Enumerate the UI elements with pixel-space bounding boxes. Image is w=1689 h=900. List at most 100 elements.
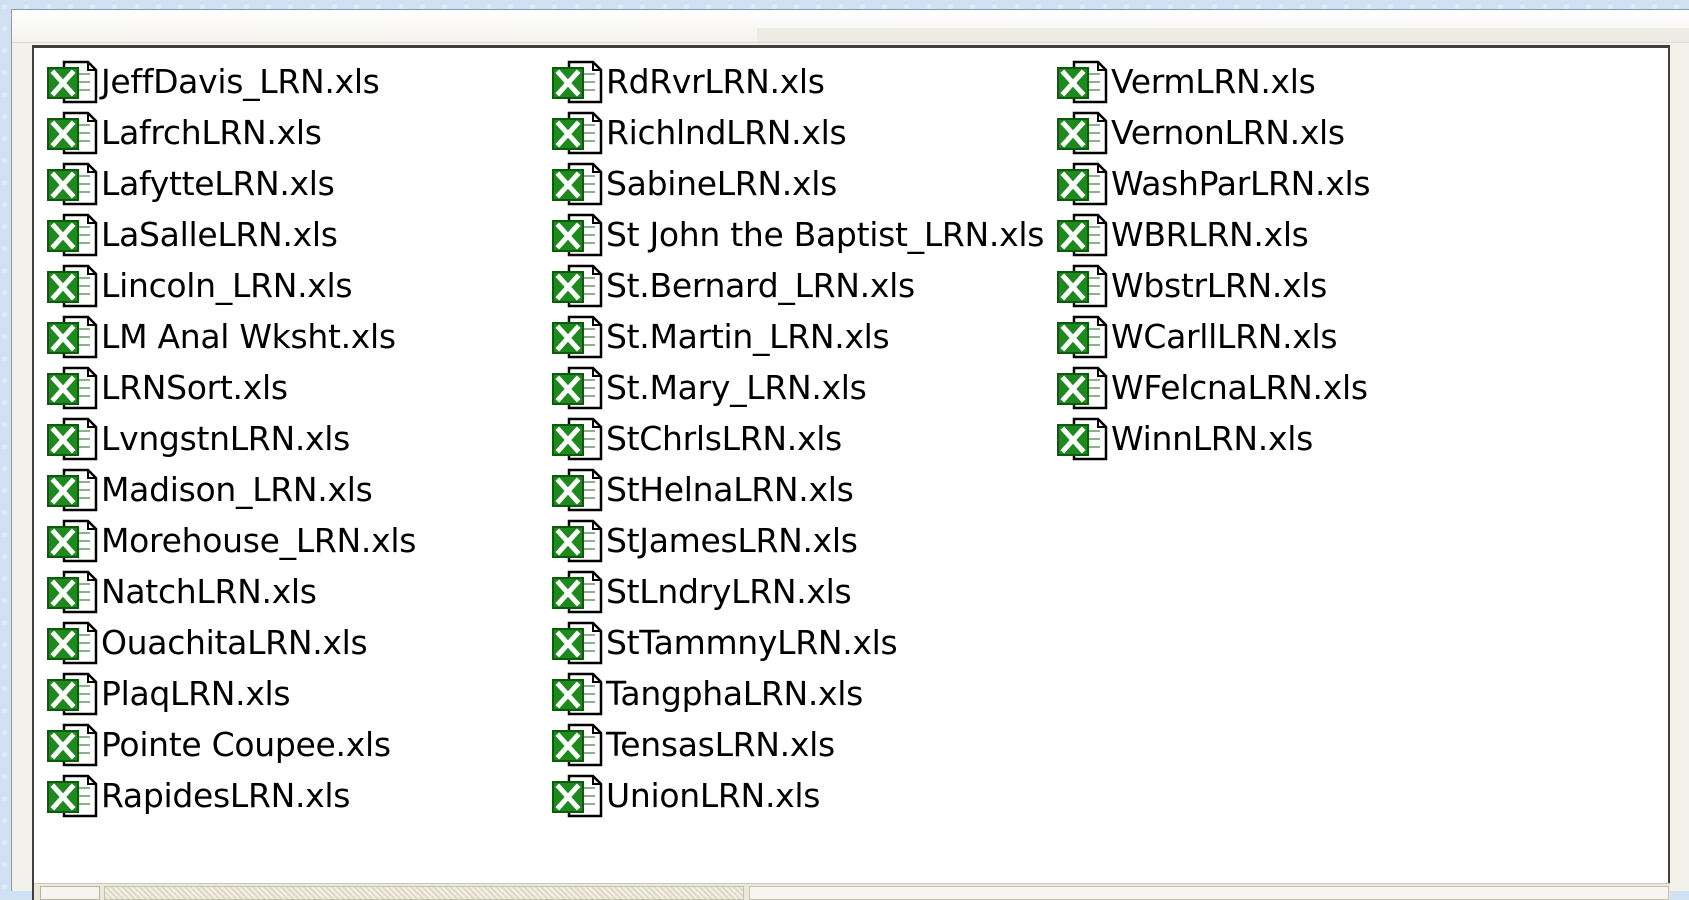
excel-spreadsheet-icon bbox=[552, 162, 603, 206]
scrollbar-thumb[interactable] bbox=[104, 886, 744, 900]
file-list-item[interactable]: WbstrLRN.xls bbox=[1054, 260, 1327, 312]
file-name-label: WbstrLRN.xls bbox=[1111, 266, 1328, 305]
file-name-label: Pointe Coupee.xls bbox=[101, 725, 391, 764]
excel-spreadsheet-icon bbox=[47, 213, 98, 257]
excel-spreadsheet-icon bbox=[552, 621, 603, 665]
file-name-label: VermLRN.xls bbox=[1111, 62, 1316, 101]
excel-spreadsheet-icon bbox=[47, 570, 98, 614]
file-list-item[interactable]: StJamesLRN.xls bbox=[549, 515, 858, 567]
excel-spreadsheet-icon bbox=[47, 366, 98, 410]
excel-spreadsheet-icon bbox=[552, 519, 603, 563]
file-list-item[interactable]: Morehouse_LRN.xls bbox=[44, 515, 416, 567]
file-list-item[interactable]: LRNSort.xls bbox=[44, 362, 288, 414]
file-list-item[interactable]: RichlndLRN.xls bbox=[549, 107, 847, 159]
excel-spreadsheet-icon bbox=[552, 111, 603, 155]
file-name-label: RapidesLRN.xls bbox=[101, 776, 351, 815]
file-list-item[interactable]: Madison_LRN.xls bbox=[44, 464, 373, 516]
excel-spreadsheet-icon bbox=[552, 315, 603, 359]
excel-spreadsheet-icon bbox=[552, 468, 603, 512]
file-list-item[interactable]: JeffDavis_LRN.xls bbox=[44, 56, 380, 108]
file-name-label: WFelcnaLRN.xls bbox=[1111, 368, 1368, 407]
excel-spreadsheet-icon bbox=[552, 672, 603, 716]
excel-spreadsheet-icon bbox=[47, 111, 98, 155]
excel-spreadsheet-icon bbox=[1057, 162, 1108, 206]
file-list-item[interactable]: RdRvrLRN.xls bbox=[549, 56, 825, 108]
file-list-item[interactable]: RapidesLRN.xls bbox=[44, 770, 350, 822]
excel-spreadsheet-icon bbox=[47, 162, 98, 206]
file-list-item[interactable]: WCarllLRN.xls bbox=[1054, 311, 1338, 363]
excel-spreadsheet-icon bbox=[47, 672, 98, 716]
file-list-view[interactable]: JeffDavis_LRN.xls LafrchLRN.xls LafytteLRN… bbox=[32, 45, 1670, 900]
file-name-label: St John the Baptist_LRN.xls bbox=[606, 215, 1045, 254]
file-list-item[interactable]: StChrlsLRN.xls bbox=[549, 413, 842, 465]
file-list-item[interactable]: WBRLRN.xls bbox=[1054, 209, 1309, 261]
file-name-label: WBRLRN.xls bbox=[1111, 215, 1309, 254]
excel-spreadsheet-icon bbox=[552, 570, 603, 614]
file-list-item[interactable]: St.Bernard_LRN.xls bbox=[549, 260, 915, 312]
file-list-item[interactable]: TensasLRN.xls bbox=[549, 719, 835, 771]
file-name-label: LafytteLRN.xls bbox=[101, 164, 335, 203]
horizontal-scrollbar[interactable] bbox=[34, 883, 1670, 900]
file-name-label: NatchLRN.xls bbox=[101, 572, 317, 611]
excel-spreadsheet-icon bbox=[47, 621, 98, 665]
file-name-label: St.Bernard_LRN.xls bbox=[606, 266, 915, 305]
file-name-label: PlaqLRN.xls bbox=[101, 674, 291, 713]
excel-spreadsheet-icon bbox=[47, 519, 98, 563]
file-name-label: RdRvrLRN.xls bbox=[606, 62, 825, 101]
toolbar-strip bbox=[12, 10, 1689, 43]
file-name-label: St.Mary_LRN.xls bbox=[606, 368, 867, 407]
excel-spreadsheet-icon bbox=[47, 417, 98, 461]
file-list-item[interactable]: VernonLRN.xls bbox=[1054, 107, 1345, 159]
file-name-label: WashParLRN.xls bbox=[1111, 164, 1371, 203]
file-list-item[interactable]: St John the Baptist_LRN.xls bbox=[549, 209, 1044, 261]
file-list-item[interactable]: St.Mary_LRN.xls bbox=[549, 362, 867, 414]
file-list-item[interactable]: Pointe Coupee.xls bbox=[44, 719, 391, 771]
explorer-window-frame: JeffDavis_LRN.xls LafrchLRN.xls LafytteLRN… bbox=[11, 9, 1689, 900]
file-list-item[interactable]: LafrchLRN.xls bbox=[44, 107, 322, 159]
file-name-label: Lincoln_LRN.xls bbox=[101, 266, 353, 305]
excel-spreadsheet-icon bbox=[552, 417, 603, 461]
file-list-item[interactable]: LvngstnLRN.xls bbox=[44, 413, 350, 465]
scroll-left-button[interactable] bbox=[40, 886, 100, 900]
file-name-label: LafrchLRN.xls bbox=[101, 113, 322, 152]
file-list-item[interactable]: LaSalleLRN.xls bbox=[44, 209, 338, 261]
excel-spreadsheet-icon bbox=[552, 213, 603, 257]
file-list-item[interactable]: Lincoln_LRN.xls bbox=[44, 260, 353, 312]
file-list-item[interactable]: WinnLRN.xls bbox=[1054, 413, 1313, 465]
file-name-label: TangphaLRN.xls bbox=[606, 674, 864, 713]
excel-spreadsheet-icon bbox=[552, 60, 603, 104]
file-list-item[interactable]: WashParLRN.xls bbox=[1054, 158, 1371, 210]
file-list-item[interactable]: SabineLRN.xls bbox=[549, 158, 837, 210]
excel-spreadsheet-icon bbox=[1057, 315, 1108, 359]
file-name-label: StJamesLRN.xls bbox=[606, 521, 858, 560]
file-name-label: Morehouse_LRN.xls bbox=[101, 521, 417, 560]
file-list-item[interactable]: LM Anal Wksht.xls bbox=[44, 311, 396, 363]
excel-spreadsheet-icon bbox=[1057, 111, 1108, 155]
file-list-item[interactable]: OuachitaLRN.xls bbox=[44, 617, 368, 669]
file-list-item[interactable]: PlaqLRN.xls bbox=[44, 668, 291, 720]
file-list-item[interactable]: VermLRN.xls bbox=[1054, 56, 1316, 108]
file-list-item[interactable]: NatchLRN.xls bbox=[44, 566, 317, 618]
file-list-item[interactable]: StHelnaLRN.xls bbox=[549, 464, 854, 516]
file-list-item[interactable]: LafytteLRN.xls bbox=[44, 158, 335, 210]
excel-spreadsheet-icon bbox=[552, 723, 603, 767]
file-name-label: WCarllLRN.xls bbox=[1111, 317, 1338, 356]
excel-spreadsheet-icon bbox=[1057, 60, 1108, 104]
file-list-item[interactable]: StTammnyLRN.xls bbox=[549, 617, 898, 669]
excel-spreadsheet-icon bbox=[552, 366, 603, 410]
file-name-label: TensasLRN.xls bbox=[606, 725, 835, 764]
excel-spreadsheet-icon bbox=[1057, 264, 1108, 308]
excel-spreadsheet-icon bbox=[47, 60, 98, 104]
file-name-label: Madison_LRN.xls bbox=[101, 470, 373, 509]
file-list-item[interactable]: UnionLRN.xls bbox=[549, 770, 820, 822]
file-list-item[interactable]: St.Martin_LRN.xls bbox=[549, 311, 890, 363]
scrollbar-track[interactable] bbox=[749, 886, 1669, 900]
file-name-label: St.Martin_LRN.xls bbox=[606, 317, 890, 356]
file-list-item[interactable]: TangphaLRN.xls bbox=[549, 668, 863, 720]
file-list-item[interactable]: WFelcnaLRN.xls bbox=[1054, 362, 1368, 414]
file-name-label: WinnLRN.xls bbox=[1111, 419, 1313, 458]
file-name-label: VernonLRN.xls bbox=[1111, 113, 1345, 152]
file-list-item[interactable]: StLndryLRN.xls bbox=[549, 566, 852, 618]
excel-spreadsheet-icon bbox=[47, 315, 98, 359]
file-name-label: SabineLRN.xls bbox=[606, 164, 837, 203]
